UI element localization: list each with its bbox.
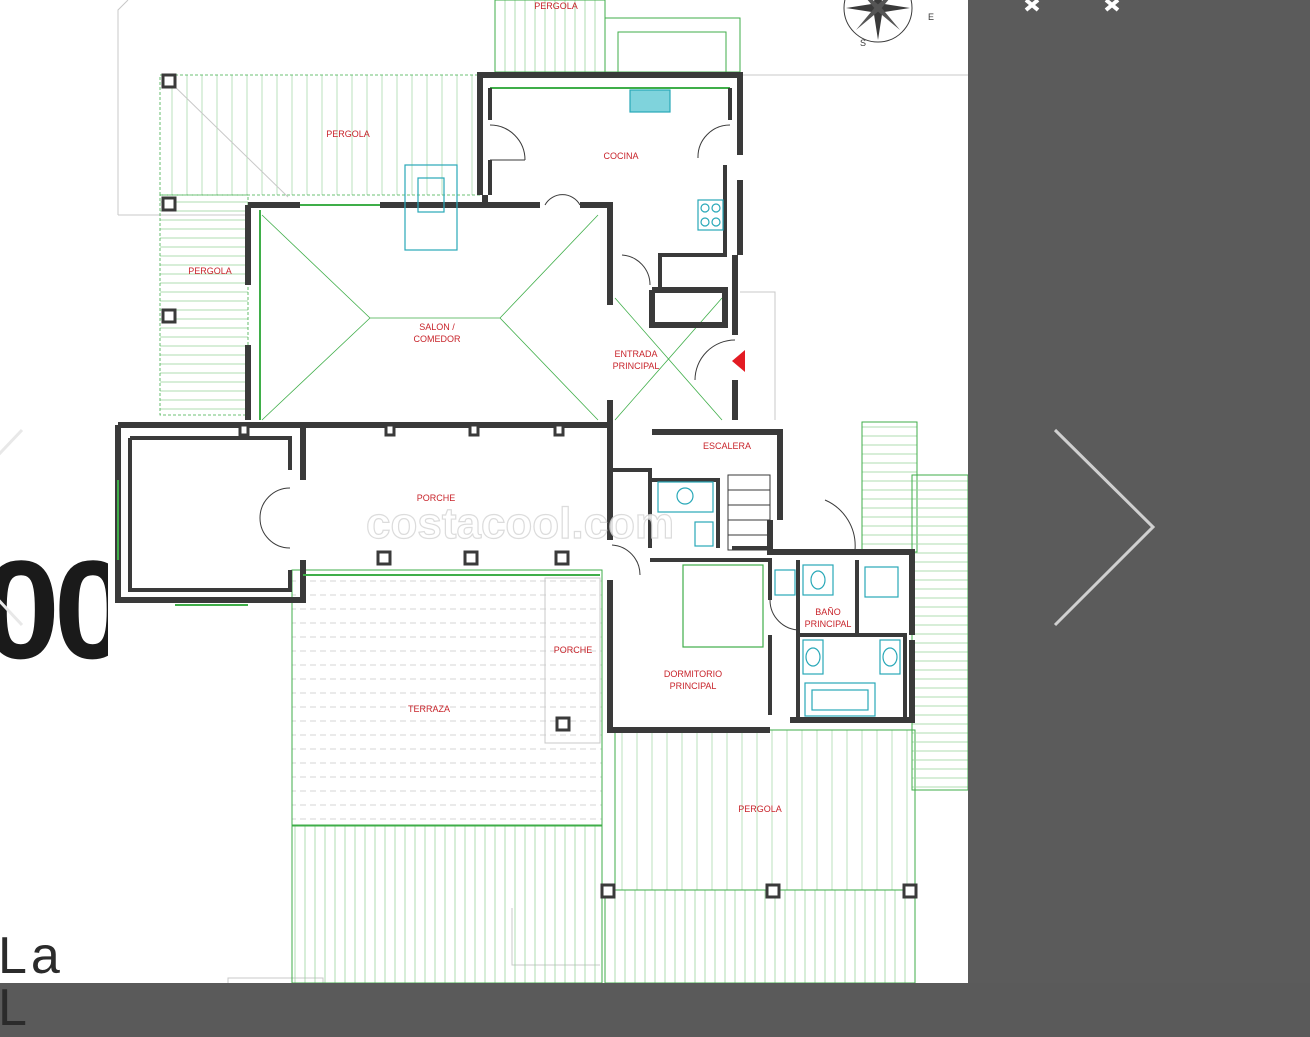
- label-escalera: ESCALERA: [703, 441, 751, 451]
- image-viewer: 00 La L S E costacool.com PERGOLA PERGOL…: [0, 0, 1310, 1034]
- label-salon: SALON /: [419, 322, 455, 332]
- label-terraza: TERRAZA: [408, 704, 450, 714]
- label-porche-side: PORCHE: [554, 645, 593, 655]
- floor-plan-image: S E costacool.com PERGOLA PERGOLA PERGOL…: [108, 0, 968, 983]
- floor-plan-drawing: S E costacool.com PERGOLA PERGOLA PERGOL…: [115, 0, 968, 983]
- label-dormitorio: DORMITORIO: [664, 669, 722, 679]
- watermark: costacool.com: [366, 499, 674, 548]
- close-icon: [1024, 0, 1120, 12]
- label-porche-main: PORCHE: [417, 493, 456, 503]
- label-comedor: COMEDOR: [414, 334, 462, 344]
- label-pergola-top: PERGOLA: [534, 1, 578, 11]
- chevron-left-icon: [0, 428, 24, 627]
- previous-image-button[interactable]: [0, 425, 40, 635]
- staircase: [727, 474, 771, 551]
- label-pergola-upper: PERGOLA: [326, 129, 370, 139]
- label-pergola-bottom: PERGOLA: [738, 804, 782, 814]
- label-dormitorio-principal: PRINCIPAL: [670, 681, 717, 691]
- label-bano-principal: PRINCIPAL: [805, 619, 852, 629]
- terrace-outline: [604, 17, 741, 73]
- label-entrada: ENTRADA: [614, 349, 657, 359]
- entrance-marker: [732, 350, 745, 372]
- compass-south: S: [860, 38, 866, 48]
- listing-title-fragment: La L: [0, 927, 64, 1037]
- label-bano: BAÑO: [815, 607, 841, 617]
- label-cocina: COCINA: [603, 151, 638, 161]
- pergola-areas: [159, 0, 968, 983]
- chevron-right-icon: [1053, 428, 1156, 627]
- next-image-button[interactable]: [1050, 425, 1170, 635]
- compass-icon: S E: [843, 0, 934, 48]
- label-pergola-left: PERGOLA: [188, 266, 232, 276]
- label-entrada-principal: PRINCIPAL: [613, 361, 660, 371]
- compass-east: E: [928, 12, 934, 22]
- close-button[interactable]: [1020, 0, 1130, 20]
